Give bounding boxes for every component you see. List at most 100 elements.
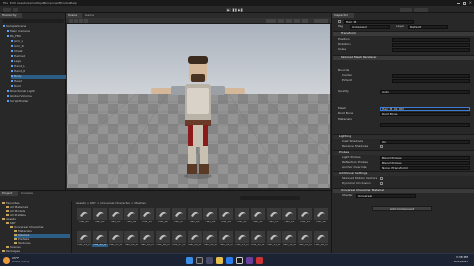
- play-button[interactable]: ▶: [226, 7, 231, 12]
- cloud-button[interactable]: [13, 7, 18, 12]
- position-field[interactable]: [392, 38, 470, 42]
- edge-icon[interactable]: [226, 257, 233, 264]
- rotation-field[interactable]: [392, 43, 470, 47]
- hierarchy-item[interactable]: Arm_R: [11, 45, 24, 49]
- task-view-icon[interactable]: [206, 257, 213, 264]
- asset-item[interactable]: Hair_11: [234, 207, 250, 229]
- layers-dropdown[interactable]: [400, 7, 412, 12]
- asset-item[interactable]: Hair_07: [171, 207, 187, 229]
- tag-dropdown[interactable]: Untagged: [350, 25, 390, 29]
- quality-dropdown[interactable]: Auto: [380, 90, 470, 94]
- hierarchy-item[interactable]: Hand_R: [11, 70, 25, 74]
- app-icon[interactable]: [256, 257, 263, 264]
- shading-mode-button[interactable]: [266, 19, 276, 23]
- center-field[interactable]: [392, 74, 470, 78]
- materials-label[interactable]: Materials: [338, 118, 352, 122]
- unity-icon[interactable]: [236, 257, 243, 264]
- menu-assets[interactable]: Assets: [17, 2, 27, 5]
- probes-section[interactable]: Probes: [333, 150, 474, 155]
- layer-dropdown[interactable]: Default: [408, 25, 448, 29]
- scene-viewport[interactable]: [67, 24, 330, 188]
- add-component-button[interactable]: Add Component: [372, 206, 432, 211]
- asset-item[interactable]: Hair_03: [108, 207, 124, 229]
- object-name-field[interactable]: Hair_M: [344, 20, 414, 24]
- effects-toggle[interactable]: [302, 19, 308, 23]
- asset-item[interactable]: Hair_11_M: [234, 230, 250, 252]
- scale-field[interactable]: [392, 48, 470, 52]
- additional-settings-section[interactable]: Additional Settings: [333, 171, 474, 176]
- asset-item[interactable]: Hair_06_M: [155, 230, 171, 252]
- move-tool-icon[interactable]: [74, 19, 78, 23]
- asset-item[interactable]: Hair_08_M: [187, 230, 203, 252]
- material-element-0[interactable]: [380, 123, 470, 127]
- lighting-section[interactable]: Lighting: [333, 134, 474, 139]
- hierarchy-search[interactable]: [2, 19, 64, 23]
- asset-item[interactable]: Hair_09_M: [202, 230, 218, 252]
- close-icon[interactable]: ×: [469, 1, 472, 5]
- hierarchy-item[interactable]: Legs: [11, 60, 21, 64]
- tab-console[interactable]: Console: [19, 191, 37, 196]
- cast-shadows-dropdown[interactable]: On: [380, 140, 470, 144]
- anchor-override-field[interactable]: None (Transform): [380, 166, 470, 170]
- asset-item[interactable]: Hair_04_M: [123, 230, 139, 252]
- material-header[interactable]: Universal Character Material: [333, 188, 474, 193]
- asset-item[interactable]: Hair_09: [202, 207, 218, 229]
- extent-field[interactable]: [392, 79, 470, 83]
- step-button[interactable]: ▶❚: [238, 7, 243, 12]
- 2d-toggle[interactable]: [278, 19, 284, 23]
- asset-item[interactable]: Hair_03_M: [108, 230, 124, 252]
- hierarchy-item[interactable]: Body: [11, 75, 69, 79]
- lighting-toggle[interactable]: [286, 19, 292, 23]
- asset-item[interactable]: Hair_01_M: [76, 230, 92, 252]
- hierarchy-item[interactable]: Helmet: [11, 55, 25, 59]
- hierarchy-item[interactable]: Hand_L: [11, 65, 25, 69]
- hierarchy-item[interactable]: Global Volume: [7, 95, 32, 99]
- asset-item[interactable]: Hair_16_M: [313, 230, 329, 252]
- hand-tool-icon[interactable]: [69, 19, 73, 23]
- reflection-probes-dropdown[interactable]: Blend Probes: [380, 161, 470, 165]
- menu-edit[interactable]: Edit: [10, 2, 16, 5]
- light-probes-dropdown[interactable]: Blend Probes: [380, 156, 470, 160]
- asset-item[interactable]: Hair_05_M: [139, 230, 155, 252]
- asset-item[interactable]: Hair_02_M: [91, 230, 108, 252]
- account-button[interactable]: [3, 7, 11, 12]
- mesh-field[interactable]: Hair_M_02_RM: [380, 107, 470, 111]
- active-checkbox[interactable]: [338, 20, 341, 23]
- transform-header[interactable]: Transform: [333, 31, 474, 36]
- hierarchy-item[interactable]: SampleScene: [3, 25, 26, 29]
- audio-toggle[interactable]: [294, 19, 300, 23]
- hierarchy-item[interactable]: Directional Light: [7, 90, 35, 94]
- hierarchy-item[interactable]: Arm_L: [11, 40, 23, 44]
- skinned-mesh-renderer-header[interactable]: Skinned Mesh Renderer: [333, 55, 474, 60]
- hierarchy-item[interactable]: Chest: [11, 50, 23, 54]
- tab-hierarchy[interactable]: Hierarchy: [0, 13, 22, 18]
- menu-component[interactable]: Component: [43, 2, 60, 5]
- asset-item[interactable]: Hair_08: [187, 207, 203, 229]
- minimize-icon[interactable]: [457, 3, 460, 4]
- asset-item[interactable]: Hair_15_M: [297, 230, 313, 252]
- asset-item[interactable]: Hair_05: [139, 207, 155, 229]
- clock-date[interactable]: 12/25/2023: [454, 261, 468, 264]
- motion-vectors-checkbox[interactable]: [380, 177, 383, 180]
- visual-studio-icon[interactable]: [246, 257, 253, 264]
- root-bone-field[interactable]: Root Bone: [380, 112, 470, 116]
- asset-item[interactable]: Hair_16: [313, 207, 329, 229]
- hierarchy-item[interactable]: ScriptHolder: [7, 100, 29, 104]
- asset-item[interactable]: Hair_13_M: [266, 230, 282, 252]
- asset-item[interactable]: Hair_14: [281, 207, 297, 229]
- dynamic-occlusion-checkbox[interactable]: [380, 182, 383, 185]
- asset-item[interactable]: Hair_02: [92, 207, 108, 229]
- asset-item[interactable]: Hair_01: [76, 207, 92, 229]
- hierarchy-item[interactable]: Root: [11, 85, 21, 89]
- asset-item[interactable]: Hair_06: [155, 207, 171, 229]
- asset-item[interactable]: Hair_14_M: [281, 230, 297, 252]
- weather-icon[interactable]: [3, 257, 10, 264]
- menu-file[interactable]: File: [3, 2, 8, 5]
- project-search[interactable]: [240, 196, 300, 200]
- tab-project[interactable]: Project: [0, 191, 18, 196]
- scale-tool-icon[interactable]: [84, 19, 88, 23]
- pause-button[interactable]: ❚❚: [232, 7, 237, 12]
- receive-shadows-checkbox[interactable]: [380, 145, 383, 148]
- maximize-icon[interactable]: [463, 1, 466, 5]
- asset-item[interactable]: Hair_10_M: [218, 230, 234, 252]
